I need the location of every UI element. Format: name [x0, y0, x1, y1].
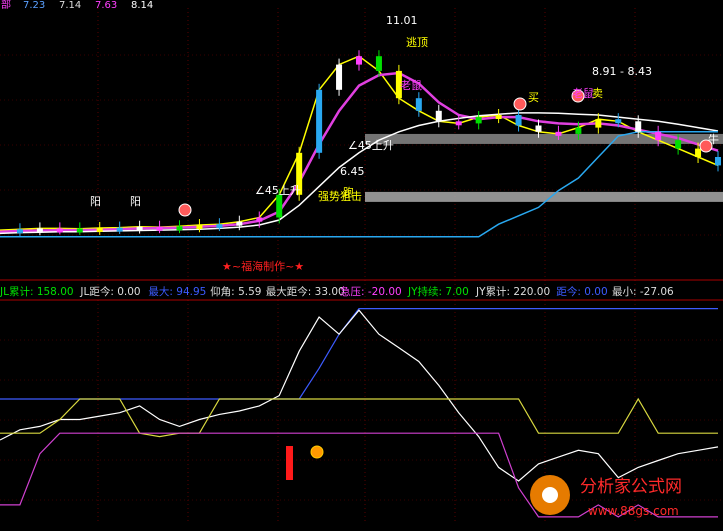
candle-body: [375, 56, 382, 71]
candle-body: [535, 125, 542, 132]
top-bar-value: 7.23: [23, 0, 45, 11]
price-annotation: 逃顶: [406, 36, 428, 49]
price-annotation: 8.91 - 8.43: [592, 65, 652, 78]
candle-body: [96, 227, 103, 232]
signal-bar: [286, 446, 293, 480]
candle-body: [216, 224, 223, 229]
indicator-value: 仰角: 5.59: [210, 285, 261, 298]
price-level-band: [365, 191, 723, 202]
credit-text: ★~福海制作~★: [222, 259, 304, 273]
watermark-logo-icon: [542, 487, 558, 503]
candle-body: [595, 119, 602, 128]
candle-body: [76, 228, 83, 233]
candle-body: [415, 98, 422, 111]
candle-body: [695, 148, 702, 157]
candle-body: [356, 56, 362, 65]
chart-canvas: 部 7.23 7.14 7.63 8.14 11.01 8.91 - 8.43 ∠45上升 ∠4…: [0, 0, 723, 527]
indicator-value: 急压: -20.00: [340, 285, 402, 298]
indicator-value: JY持续: 7.00: [407, 285, 469, 298]
watermark-title: 分析家公式网: [580, 477, 682, 497]
indicator-value: JY累计: 220.00: [475, 285, 550, 298]
candle-body: [635, 121, 642, 132]
top-bar-value: 8.14: [131, 0, 153, 11]
price-annotation: 跑: [343, 185, 354, 199]
price-annotation: 11.01: [386, 14, 418, 27]
price-annotation: 强势狙击: [318, 190, 362, 203]
candle-body: [136, 226, 143, 231]
candle-body: [675, 140, 682, 149]
candle-body: [715, 157, 721, 166]
candle-body: [236, 221, 243, 226]
indicator-value: 距今: 0.00: [556, 285, 607, 298]
indicator-value: 最小: -27.06: [612, 286, 674, 298]
candle-body: [276, 194, 283, 218]
price-annotation: 牛: [708, 132, 719, 146]
buy-signal-icon: [310, 445, 324, 459]
candle-body: [515, 115, 522, 126]
candle-body: [455, 121, 462, 126]
price-annotation: ∠45上升: [348, 139, 394, 152]
candle-body: [316, 89, 323, 153]
candle-body: [475, 117, 482, 124]
price-annotation: 老鼠: [572, 86, 594, 100]
candle-body: [116, 227, 123, 232]
candle-body: [555, 131, 562, 136]
candle-body: [16, 229, 23, 234]
candle-body: [615, 119, 622, 124]
candle-body: [56, 228, 63, 233]
sell-signal-icon: [513, 97, 527, 111]
price-annotation: 老鼠: [400, 78, 422, 92]
chart-background: [0, 0, 723, 527]
candle-body: [575, 127, 582, 134]
candle-body: [36, 228, 43, 233]
top-bar-value: 部: [1, 0, 11, 11]
candle-body: [156, 226, 163, 231]
indicator-value: JL累计: 158.00: [0, 285, 74, 298]
price-annotation: 阳: [90, 195, 101, 208]
price-annotation: 卖: [592, 87, 603, 100]
candle-body: [655, 131, 662, 141]
top-bar-value: 7.63: [95, 0, 117, 11]
candle-body: [176, 226, 183, 231]
candle-body: [196, 225, 203, 230]
price-annotation: 阳: [130, 195, 141, 208]
indicator-value: JL距今: 0.00: [79, 285, 140, 298]
price-annotation: ∠45上升: [255, 184, 301, 197]
candle-body: [256, 217, 263, 222]
sell-signal-icon: [178, 203, 192, 217]
candle-body: [336, 64, 343, 90]
price-annotation: 买: [528, 91, 539, 104]
indicator-value: 最大: 94.95: [148, 285, 206, 298]
watermark-url: www.88gs.com: [588, 504, 679, 518]
candle-body: [495, 115, 502, 119]
stock-chart: 部 7.23 7.14 7.63 8.14 11.01 8.91 - 8.43 ∠45上升 ∠4…: [0, 0, 723, 527]
indicator-value: 最大距今: 33.00: [266, 285, 345, 298]
top-bar-value: 7.14: [59, 0, 81, 11]
candle-body: [435, 110, 442, 122]
price-annotation: 6.45: [340, 165, 365, 178]
